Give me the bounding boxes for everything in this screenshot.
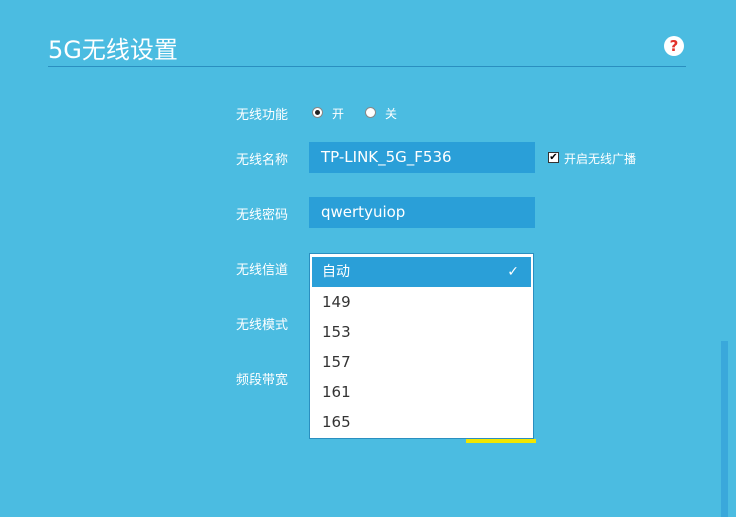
channel-dropdown[interactable]: 自动 ✓ 149 153 157 161 165 (309, 253, 534, 439)
password-input[interactable]: qwertyuiop (309, 197, 535, 228)
channel-option[interactable]: 161 (310, 377, 533, 407)
channel-option[interactable]: 153 (310, 317, 533, 347)
channel-label: 无线信道 (236, 263, 289, 278)
password-label: 无线密码 (236, 208, 289, 223)
check-icon: ✓ (507, 264, 519, 280)
channel-option-selected[interactable]: 自动 ✓ (312, 257, 531, 287)
scrollbar[interactable] (721, 341, 728, 517)
wireless-function-label: 无线功能 (236, 108, 289, 123)
help-icon[interactable]: ? (664, 36, 684, 56)
channel-option[interactable]: 165 (310, 407, 533, 437)
broadcast-checkbox[interactable]: ✔ (548, 152, 559, 163)
bandwidth-label: 频段带宽 (236, 373, 289, 388)
radio-off-label: 关 (385, 107, 398, 121)
mode-label: 无线模式 (236, 318, 289, 333)
title-divider (48, 66, 686, 67)
page-title: 5G无线设置 (48, 36, 178, 64)
ssid-input[interactable]: TP-LINK_5G_F536 (309, 142, 535, 173)
radio-off[interactable] (365, 107, 376, 118)
ssid-label: 无线名称 (236, 153, 289, 168)
radio-on-label: 开 (332, 107, 345, 121)
selected-label: 自动 (322, 264, 350, 280)
radio-on[interactable] (312, 107, 323, 118)
save-button-edge[interactable] (466, 439, 536, 443)
channel-option[interactable]: 149 (310, 287, 533, 317)
channel-option[interactable]: 157 (310, 347, 533, 377)
broadcast-label: 开启无线广播 (564, 152, 637, 166)
